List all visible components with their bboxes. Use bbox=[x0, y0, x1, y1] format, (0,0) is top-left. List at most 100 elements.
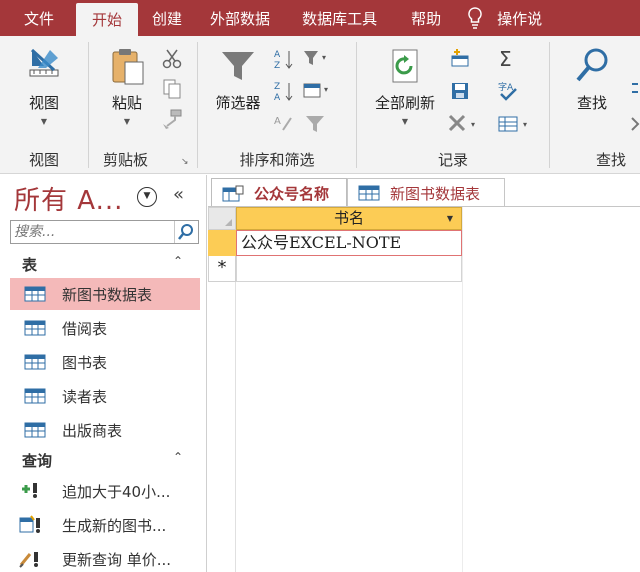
nav-title[interactable]: 所有 A... bbox=[14, 180, 123, 217]
new-record-icon[interactable] bbox=[449, 48, 471, 74]
svg-text:Σ: Σ bbox=[499, 48, 512, 70]
chevron-down-icon: ▼ bbox=[123, 117, 131, 126]
new-record-marker[interactable]: * bbox=[208, 256, 236, 282]
doc-tab-query[interactable]: 公众号名称 bbox=[211, 178, 347, 207]
record-selector-current[interactable] bbox=[208, 230, 236, 256]
chevron-down-icon[interactable]: ▼ bbox=[447, 208, 453, 229]
clear-sort-icon[interactable]: A bbox=[274, 112, 296, 138]
nav-item-query[interactable]: 更新查询 单价... bbox=[10, 543, 200, 572]
column-boundary bbox=[462, 207, 463, 572]
chevron-down-icon: ▼ bbox=[401, 117, 409, 126]
go-to-icon[interactable] bbox=[630, 112, 640, 138]
menu-tab-create[interactable]: 创建 bbox=[138, 0, 196, 36]
filter-button[interactable]: 筛选器 bbox=[210, 46, 266, 113]
datasheet-grid: 书名 ▼ 公众号EXCEL-NOTE * bbox=[208, 207, 640, 572]
group-label-find: 查找 bbox=[596, 151, 627, 169]
select-all-button[interactable] bbox=[208, 207, 236, 230]
new-record-cell[interactable] bbox=[236, 256, 462, 282]
filter-button-label: 筛选器 bbox=[215, 94, 261, 112]
ribbon-group-views: 视图 ▼ 视图 bbox=[0, 36, 88, 174]
group-label-records: 记录 bbox=[437, 151, 468, 169]
chevron-up-icon[interactable]: ⌃ bbox=[173, 450, 183, 464]
view-button-label: 视图 bbox=[28, 94, 59, 112]
svg-text:A: A bbox=[274, 116, 281, 127]
totals-icon[interactable]: Σ bbox=[497, 47, 519, 74]
search-icon[interactable] bbox=[174, 221, 198, 243]
sort-descending-icon[interactable]: ZA bbox=[274, 80, 296, 106]
collapse-pane-icon[interactable]: « bbox=[173, 184, 184, 205]
nav-section-tables[interactable]: 表 ⌃ bbox=[0, 251, 207, 277]
nav-item-table[interactable]: 读者表 bbox=[10, 380, 200, 412]
find-button[interactable]: 查找 bbox=[562, 46, 622, 113]
nav-item-query[interactable]: 生成新的图书... bbox=[10, 509, 200, 541]
copy-icon[interactable] bbox=[161, 78, 183, 104]
ribbon-group-sort-filter: 筛选器 AZ ZA A ▾ ▾ 排序和筛选 bbox=[198, 36, 356, 174]
table-icon bbox=[24, 422, 46, 442]
svg-text:▾: ▾ bbox=[471, 120, 475, 129]
nav-item-table[interactable]: 图书表 bbox=[10, 346, 200, 378]
doc-tab-table[interactable]: 新图书数据表 bbox=[347, 178, 505, 207]
menu-tab-file[interactable]: 文件 bbox=[0, 0, 76, 36]
menu-tab-home[interactable]: 开始 bbox=[76, 3, 139, 36]
menu-tab-help[interactable]: 帮助 bbox=[395, 0, 457, 36]
sort-ascending-icon[interactable]: AZ bbox=[274, 48, 296, 74]
nav-item-label: 出版商表 bbox=[62, 422, 123, 440]
nav-search-input[interactable] bbox=[11, 221, 171, 243]
paste-button[interactable]: 粘贴 ▼ bbox=[99, 46, 155, 126]
query-datasheet-icon bbox=[222, 185, 244, 207]
delete-record-icon[interactable]: ▾ bbox=[447, 112, 481, 138]
nav-item-table[interactable]: 借阅表 bbox=[10, 312, 200, 344]
nav-item-table[interactable]: 出版商表 bbox=[10, 414, 200, 446]
nav-section-queries[interactable]: 查询 ⌃ bbox=[0, 447, 207, 473]
view-button[interactable]: 视图 ▼ bbox=[14, 46, 74, 126]
ribbon-group-find: 查找 查找 bbox=[550, 36, 640, 174]
search-icon bbox=[576, 48, 608, 82]
nav-item-label: 更新查询 单价... bbox=[62, 551, 172, 569]
group-label-sort-filter: 排序和筛选 bbox=[239, 151, 315, 169]
nav-item-label: 追加大于40小... bbox=[62, 483, 171, 501]
nav-item-label: 读者表 bbox=[62, 388, 108, 406]
nav-item-label: 借阅表 bbox=[62, 320, 108, 338]
dialog-launcher-icon[interactable]: ↘ bbox=[181, 157, 189, 167]
selection-filter-icon[interactable]: ▾ bbox=[302, 48, 332, 72]
svg-text:▾: ▾ bbox=[523, 120, 527, 129]
navigation-pane: 所有 A... ▼ « 表 ⌃ 新图书数据表 借阅表 图书表 读者表 出版商表 … bbox=[0, 175, 207, 572]
nav-item-table[interactable]: 新图书数据表 bbox=[10, 278, 200, 310]
nav-item-query[interactable]: 追加大于40小... bbox=[10, 475, 200, 507]
refresh-all-button[interactable]: 全部刷新 ▼ bbox=[369, 46, 441, 126]
replace-icon[interactable] bbox=[630, 80, 640, 106]
column-header-book-title[interactable]: 书名 ▼ bbox=[236, 207, 462, 230]
lightbulb-icon[interactable] bbox=[457, 0, 489, 36]
table-icon bbox=[24, 286, 46, 306]
cut-icon[interactable] bbox=[161, 48, 183, 74]
svg-text:Z: Z bbox=[274, 82, 280, 92]
tell-me-search[interactable]: 操作说 bbox=[489, 0, 542, 36]
svg-text:字A: 字A bbox=[498, 81, 514, 93]
more-records-icon[interactable]: ▾ bbox=[497, 114, 533, 138]
nav-item-label: 图书表 bbox=[62, 354, 108, 372]
menu-tab-database-tools[interactable]: 数据库工具 bbox=[284, 0, 395, 36]
toggle-filter-icon[interactable] bbox=[304, 114, 326, 138]
nav-menu-chevron-icon[interactable]: ▼ bbox=[137, 187, 157, 207]
svg-text:Z: Z bbox=[274, 61, 280, 70]
filter-icon bbox=[222, 52, 254, 80]
save-record-icon[interactable] bbox=[449, 80, 471, 106]
document-tabs: 公众号名称 新图书数据表 bbox=[208, 175, 640, 207]
nav-item-label: 新图书数据表 bbox=[62, 286, 153, 304]
table-icon bbox=[24, 354, 46, 374]
document-area: 公众号名称 新图书数据表 书名 ▼ 公众号EXCEL-NOTE * bbox=[208, 175, 640, 572]
advanced-filter-icon[interactable]: ▾ bbox=[302, 80, 332, 104]
paste-button-label: 粘贴 bbox=[111, 94, 142, 112]
spelling-icon[interactable]: 字A bbox=[497, 80, 519, 106]
doc-tab-label: 新图书数据表 bbox=[390, 185, 481, 203]
menu-tab-external-data[interactable]: 外部数据 bbox=[196, 0, 284, 36]
column-header-label: 书名 bbox=[333, 209, 364, 227]
svg-text:▾: ▾ bbox=[324, 85, 328, 94]
table-cell[interactable]: 公众号EXCEL-NOTE bbox=[236, 230, 462, 256]
chevron-up-icon[interactable]: ⌃ bbox=[173, 254, 183, 268]
make-table-query-icon bbox=[18, 515, 44, 539]
table-icon bbox=[24, 388, 46, 408]
menu-bar: 文件 开始 创建 外部数据 数据库工具 帮助 操作说 bbox=[0, 0, 640, 36]
refresh-all-label: 全部刷新 bbox=[374, 94, 435, 112]
format-painter-icon[interactable] bbox=[161, 108, 183, 134]
